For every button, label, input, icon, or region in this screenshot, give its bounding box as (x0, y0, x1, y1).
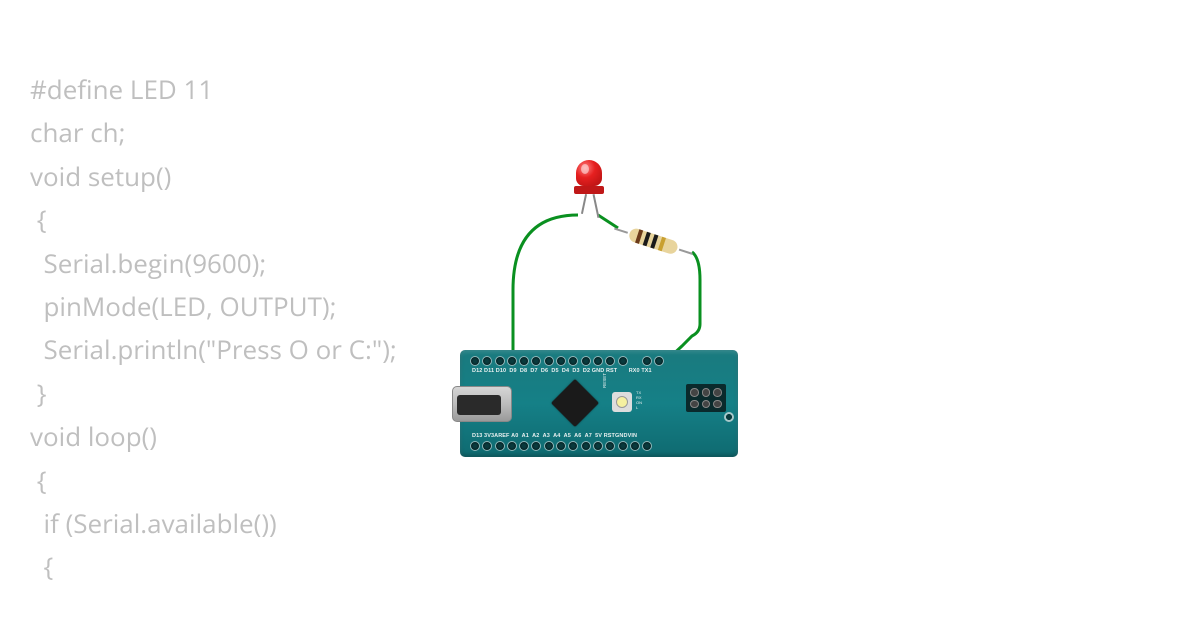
pin-label: AREF (494, 433, 509, 439)
code-line: pinMode(LED, OUTPUT); (30, 288, 336, 324)
pin-label: A4 (553, 433, 560, 439)
led-base (574, 186, 604, 194)
pin-label: 3V3 (484, 433, 494, 439)
pin-label: D9 (509, 368, 516, 374)
pin (568, 441, 578, 451)
bottom-pin-labels: D13 3V3AREF A0 A1 A2 A3 A4 A5 A6 A7 5V R… (472, 433, 728, 439)
pin (519, 356, 529, 366)
header-pin (690, 400, 699, 409)
code-line: if (Serial.available()) (30, 505, 277, 541)
pin-label: D8 (520, 368, 527, 374)
pin-label: RX0 (629, 368, 640, 374)
pin-label: TX1 (641, 368, 651, 374)
code-line: { (30, 201, 47, 237)
pin-label: GND (615, 433, 628, 439)
pin-label: D13 (472, 433, 482, 439)
pin-label: D6 (541, 368, 548, 374)
top-pin-labels: D12 D11 D10 D9 D8 D7 D6 D5 D4 D3 D2 GND … (472, 368, 728, 374)
resistor-band-3 (650, 234, 658, 249)
pin (544, 441, 554, 451)
pin-label: A1 (522, 433, 529, 439)
top-pin-row (470, 356, 728, 366)
code-line: } (30, 375, 47, 411)
code-line: char ch; (30, 114, 125, 150)
mcu-chip-icon (551, 379, 599, 427)
arduino-nano-board: D12 D11 D10 D9 D8 D7 D6 D5 D4 D3 D2 GND … (460, 350, 738, 457)
pin (556, 356, 566, 366)
pin (581, 441, 591, 451)
pin (642, 441, 652, 451)
pin (531, 356, 541, 366)
icsp-header-icon (686, 384, 726, 412)
reset-label: RESET (602, 373, 607, 388)
pin (507, 441, 517, 451)
pin (482, 441, 492, 451)
code-line: void loop() (30, 418, 157, 454)
pin-label: D11 (484, 368, 494, 374)
led-component (576, 160, 608, 208)
pin (544, 356, 554, 366)
pin-label: D12 (472, 368, 482, 374)
pin (495, 356, 505, 366)
code-line: Serial.begin(9600); (30, 245, 266, 281)
led-bulb-icon (576, 160, 602, 186)
code-line: void setup() (30, 158, 171, 194)
led-label: L (636, 405, 646, 410)
pin-label: D10 (496, 368, 506, 374)
pin (519, 441, 529, 451)
header-pin (702, 400, 711, 409)
pin (495, 441, 505, 451)
pin-label: A3 (543, 433, 550, 439)
pin (593, 441, 603, 451)
pin (642, 356, 652, 366)
pin-label: RST (604, 433, 615, 439)
pin-label: D4 (562, 368, 569, 374)
code-line: Serial.println("Press O or C:"); (30, 331, 397, 367)
pin (618, 441, 628, 451)
mount-hole-icon (724, 412, 734, 422)
pin-label: A7 (585, 433, 592, 439)
pin (630, 441, 640, 451)
header-pin (690, 388, 699, 397)
pin (470, 356, 480, 366)
code-line: { (30, 548, 53, 584)
code-line: { (30, 462, 47, 498)
pin-label: D3 (572, 368, 579, 374)
pin-label: A6 (574, 433, 581, 439)
reset-button-icon (612, 392, 632, 412)
pin-label: VIN (628, 433, 637, 439)
pin (531, 441, 541, 451)
pin (556, 441, 566, 451)
pin (470, 441, 480, 451)
resistor-band-1 (635, 229, 643, 244)
pin-label: RST (606, 368, 617, 374)
pin-label: A2 (532, 433, 539, 439)
usb-port-icon (452, 386, 512, 422)
header-pin (713, 400, 722, 409)
pin (605, 356, 615, 366)
bottom-pin-row (470, 441, 728, 451)
pin (507, 356, 517, 366)
circuit-diagram: D12 D11 D10 D9 D8 D7 D6 D5 D4 D3 D2 GND … (460, 160, 760, 480)
pin (482, 356, 492, 366)
pin-label: D2 (583, 368, 590, 374)
pin (618, 356, 628, 366)
arduino-code: #define LED 11 char ch; void setup() { S… (30, 68, 397, 589)
pin-label: A5 (564, 433, 571, 439)
pin (605, 441, 615, 451)
pin (581, 356, 591, 366)
pin-label: D7 (530, 368, 537, 374)
pin (593, 356, 603, 366)
code-line: #define LED 11 (30, 71, 213, 107)
board-status-leds: TX RX ON L (636, 390, 646, 410)
pin (568, 356, 578, 366)
pin-label: A0 (511, 433, 518, 439)
pin-label: 5V (595, 433, 602, 439)
resistor-band-4 (658, 237, 666, 252)
header-pin (702, 388, 711, 397)
pin-label: D5 (551, 368, 558, 374)
resistor-band-2 (643, 232, 651, 247)
header-pin (713, 388, 722, 397)
pin (654, 356, 664, 366)
